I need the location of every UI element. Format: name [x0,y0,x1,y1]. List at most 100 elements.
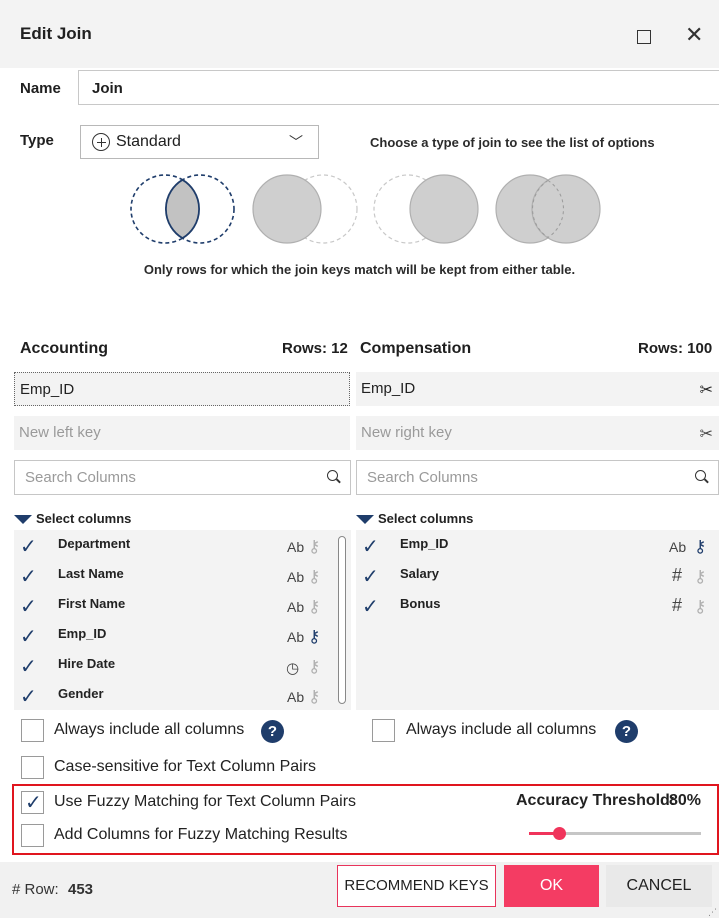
row-count-value: 453 [68,881,94,898]
text-type-icon: Ab [287,599,305,615]
full-outer-join-diagram[interactable] [495,174,601,244]
checkmark-icon[interactable]: ✓ [20,654,37,679]
right-column-list: ✓ Emp_ID Ab ⚷ ✓ Salary # ⚷ ✓ Bonus # ⚷ [356,530,719,710]
left-select-columns-toggle[interactable]: Select columns [14,511,131,526]
column-row[interactable]: ✓ Hire Date ◷ ⚷ [14,650,351,680]
accuracy-threshold-label: Accuracy Threshold: [516,792,676,809]
key-icon[interactable]: ⚷ [308,627,320,647]
key-icon[interactable]: ⚷ [694,597,706,617]
checkmark-icon[interactable]: ✓ [362,594,379,619]
left-always-include-checkbox[interactable] [21,719,44,742]
right-table-name: Compensation [360,340,472,357]
name-label: Name [20,80,61,97]
join-type-hint: Choose a type of join to see the list of… [370,135,655,150]
fuzzy-columns-checkbox[interactable] [21,824,44,847]
column-row[interactable]: ✓ First Name Ab ⚷ [14,590,351,620]
clock-icon: ◷ [286,660,300,677]
left-join-diagram[interactable] [252,174,358,244]
column-row[interactable]: ✓ Emp_ID Ab ⚷ [14,620,351,650]
checkmark-icon[interactable]: ✓ [20,594,37,619]
column-row[interactable]: ✓ Last Name Ab ⚷ [14,560,351,590]
case-sensitive-checkbox[interactable] [21,756,44,779]
column-name: Emp_ID [400,536,449,551]
help-icon[interactable]: ? [615,720,638,743]
left-join-key-label: Emp_ID [20,381,75,398]
right-always-include-label: Always include all columns [406,721,597,738]
left-always-include-label: Always include all columns [54,721,245,738]
maximize-icon[interactable] [637,30,651,44]
text-type-icon: Ab [287,689,305,705]
ok-button[interactable]: OK [504,865,599,907]
checkmark-icon: ✓ [25,792,42,814]
key-icon[interactable]: ⚷ [308,687,320,707]
checkmark-icon[interactable]: ✓ [20,624,37,649]
search-icon[interactable] [327,470,338,481]
right-join-key[interactable]: Emp_ID ✂ [356,372,719,406]
checkmark-icon[interactable]: ✓ [362,534,379,559]
left-list-scrollbar[interactable] [338,536,346,704]
inner-join-diagram[interactable] [130,174,235,244]
fuzzy-matching-checkbox[interactable]: ✓ [21,791,44,814]
right-join-diagram[interactable] [373,174,479,244]
resize-grip-icon[interactable]: ⋰ [708,907,717,918]
help-icon[interactable]: ? [261,720,284,743]
join-description: Only rows for which the join keys match … [143,262,576,277]
column-name: Salary [400,566,440,581]
recommend-keys-button[interactable]: RECOMMEND KEYS [337,865,496,907]
type-label: Type [20,132,54,149]
case-sensitive-label: Case-sensitive for Text Column Pairs [54,758,317,775]
close-icon[interactable]: ✕ [685,22,703,48]
key-icon[interactable]: ⚷ [694,567,706,587]
left-column-list: ✓ Department Ab ⚷ ✓ Last Name Ab ⚷ ✓ Fir… [14,530,351,710]
column-row[interactable]: ✓ Gender Ab ⚷ [14,680,351,710]
caret-down-icon [356,515,374,524]
key-icon[interactable]: ⚷ [308,537,320,557]
right-join-key-label: Emp_ID [361,380,416,397]
checkmark-icon[interactable]: ✓ [20,534,37,559]
key-icon[interactable]: ⚷ [308,657,320,677]
title-bar [0,0,719,68]
checkmark-icon[interactable]: ✓ [20,564,37,589]
column-row[interactable]: ✓ Salary # ⚷ [356,560,719,590]
key-icon[interactable]: ⚷ [694,537,706,557]
column-row[interactable]: ✓ Emp_ID Ab ⚷ [356,530,719,560]
checkmark-icon[interactable]: ✓ [362,564,379,589]
search-icon[interactable] [695,470,706,481]
column-name: First Name [58,596,126,611]
cancel-button[interactable]: CANCEL [606,865,712,907]
column-row[interactable]: ✓ Bonus # ⚷ [356,590,719,620]
new-right-key-input[interactable]: New right key ✂ [356,416,719,450]
right-search-placeholder: Search Columns [367,469,478,486]
checkmark-icon[interactable]: ✓ [20,684,37,709]
left-row-count: Rows: 12 [282,340,348,357]
dialog-title: Edit Join [20,24,92,43]
column-name: Hire Date [58,656,116,671]
left-select-columns-label: Select columns [36,511,132,526]
accuracy-slider-thumb[interactable] [553,827,566,840]
new-left-key-placeholder: New left key [19,424,101,441]
column-row[interactable]: ✓ Department Ab ⚷ [14,530,351,560]
fuzzy-matching-label: Use Fuzzy Matching for Text Column Pairs [54,793,357,810]
key-icon[interactable]: ⚷ [308,597,320,617]
plus-circle-icon [92,133,110,151]
text-type-icon: Ab [669,539,687,555]
new-right-key-placeholder: New right key [361,424,452,441]
caret-down-icon [14,515,32,524]
text-type-icon: Ab [287,629,305,645]
scissors-icon[interactable]: ✂ [700,424,713,444]
left-join-key[interactable]: Emp_ID [14,372,350,406]
column-name: Gender [58,686,104,701]
new-left-key-input[interactable]: New left key [14,416,350,450]
scissors-icon[interactable]: ✂ [700,380,713,400]
right-select-columns-toggle[interactable]: Select columns [356,511,473,526]
column-name: Bonus [400,596,441,611]
left-table-name: Accounting [20,340,108,357]
number-type-icon: # [672,595,683,615]
name-input-value: Join [92,80,123,97]
name-input[interactable] [78,70,719,105]
chevron-down-icon[interactable]: ﹀ [289,132,303,152]
right-always-include-checkbox[interactable] [372,719,395,742]
left-search-input[interactable]: Search Columns [14,460,351,495]
right-search-input[interactable]: Search Columns [356,460,719,495]
key-icon[interactable]: ⚷ [308,567,320,587]
